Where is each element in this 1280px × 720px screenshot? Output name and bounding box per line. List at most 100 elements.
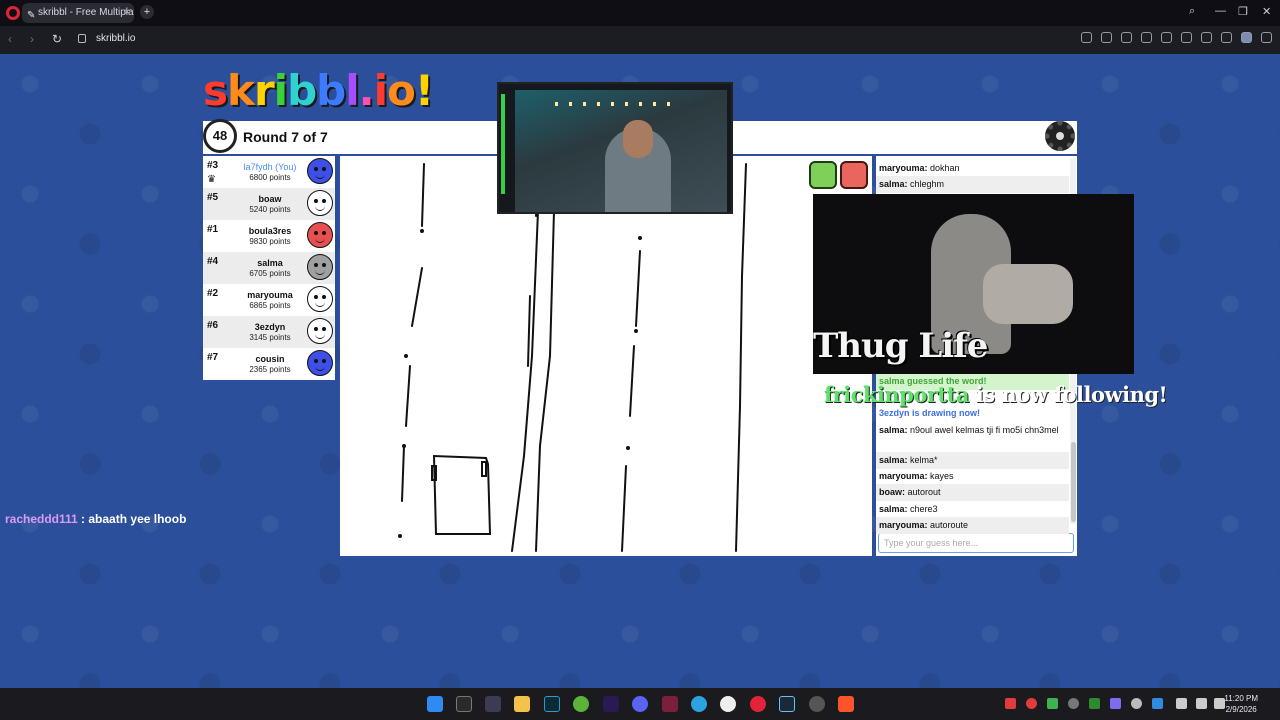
player-rank: #2 bbox=[207, 288, 219, 299]
maximize-icon[interactable]: ❐ bbox=[1238, 5, 1248, 18]
menu-icon[interactable] bbox=[1221, 32, 1232, 43]
new-tab-button[interactable]: + bbox=[140, 5, 154, 19]
thumbs-up-icon[interactable] bbox=[809, 161, 837, 189]
extensions-icon[interactable] bbox=[1261, 32, 1272, 43]
tracker-icon[interactable] bbox=[1141, 32, 1152, 43]
road-line-3 bbox=[621, 250, 641, 552]
logo-letter: i bbox=[373, 66, 388, 115]
volume-icon[interactable] bbox=[1214, 698, 1225, 709]
lock-icon bbox=[78, 34, 86, 43]
tray-icon[interactable] bbox=[1131, 698, 1142, 709]
string-lights bbox=[555, 102, 675, 106]
url-field[interactable]: skribbl.io bbox=[96, 33, 135, 44]
player-rank: #3 bbox=[207, 160, 219, 171]
obs-icon[interactable] bbox=[720, 696, 736, 712]
play-icon[interactable] bbox=[1161, 32, 1172, 43]
player-name: cousin bbox=[255, 354, 285, 364]
thumbs-down-icon[interactable] bbox=[840, 161, 868, 189]
app-icon[interactable] bbox=[485, 696, 501, 712]
tray-icon[interactable] bbox=[1110, 698, 1121, 709]
start-icon[interactable] bbox=[427, 696, 443, 712]
road-line-4 bbox=[735, 163, 747, 552]
tray-icon[interactable] bbox=[1026, 698, 1037, 709]
lightroom-icon[interactable] bbox=[544, 696, 560, 712]
tray-icon[interactable] bbox=[1152, 698, 1163, 709]
epic-games-icon[interactable] bbox=[456, 696, 472, 712]
opera-icon[interactable] bbox=[6, 6, 20, 20]
browser-tab[interactable]: ✎ skribbl - Free Multiplayer × bbox=[22, 3, 134, 23]
player-row[interactable]: #3 la7fydh (You) 6800 points ♛ bbox=[203, 156, 335, 188]
streamer-head bbox=[623, 120, 653, 158]
webcam-side-bar bbox=[501, 94, 505, 194]
player-avatar bbox=[307, 158, 333, 184]
premiere-icon[interactable] bbox=[603, 696, 619, 712]
opera-taskbar-icon[interactable] bbox=[750, 696, 766, 712]
chat-scroll-thumb[interactable] bbox=[1071, 442, 1076, 522]
edit-icon[interactable] bbox=[1081, 32, 1092, 43]
player-row[interactable]: #6 3ezdyn 3145 points bbox=[203, 316, 335, 348]
player-rank: #7 bbox=[207, 352, 219, 363]
chat-message: salma: chere3 bbox=[876, 501, 1069, 518]
tab-close-icon[interactable]: × bbox=[124, 3, 130, 23]
chat-message: maryouma: dokhan bbox=[876, 160, 1069, 177]
minimize-icon[interactable]: — bbox=[1215, 5, 1226, 17]
tray-icon[interactable] bbox=[1068, 698, 1079, 709]
tray-nvidia-icon[interactable] bbox=[1089, 698, 1100, 709]
player-name: salma bbox=[257, 258, 283, 268]
guess-input[interactable]: Type your guess here... bbox=[878, 533, 1074, 553]
settings-gear-icon[interactable] bbox=[1045, 121, 1075, 151]
road-line-1 bbox=[401, 163, 425, 502]
player-row[interactable]: #5 boaw 5240 points bbox=[203, 188, 335, 220]
download-icon[interactable] bbox=[1201, 32, 1212, 43]
back-icon[interactable]: ‹ bbox=[8, 32, 12, 46]
steam-icon[interactable] bbox=[779, 696, 795, 712]
clock-date: 2/9/2026 bbox=[1225, 705, 1257, 714]
player-rank: #4 bbox=[207, 256, 219, 267]
player-points: 6705 points bbox=[249, 269, 291, 278]
file-explorer-icon[interactable] bbox=[514, 696, 530, 712]
chat-text: n9oul awel kelmas tji fi mo5i chn3mel bbox=[907, 425, 1059, 435]
forward-icon[interactable]: › bbox=[30, 32, 34, 46]
player-row[interactable]: #4 salma 6705 points bbox=[203, 252, 335, 284]
search-icon[interactable]: ⌕ bbox=[1189, 5, 1195, 18]
road-line-5 bbox=[511, 210, 555, 552]
telegram-icon[interactable] bbox=[691, 696, 707, 712]
chat-user: boaw: bbox=[879, 487, 905, 497]
chat-message: salma: kelma* bbox=[876, 452, 1069, 469]
players-list: #3 la7fydh (You) 6800 points ♛ #5 boaw 5240 po… bbox=[203, 156, 335, 380]
brave-icon[interactable] bbox=[838, 696, 854, 712]
player-row[interactable]: #7 cousin 2365 points bbox=[203, 348, 335, 380]
webcam-overlay bbox=[497, 82, 733, 214]
player-row[interactable]: #2 maryouma 6865 points bbox=[203, 284, 335, 316]
player-points: 5240 points bbox=[249, 205, 291, 214]
crown-icon: ♛ bbox=[207, 174, 216, 185]
chat-text: kelma* bbox=[907, 455, 938, 465]
camera-icon[interactable] bbox=[1101, 32, 1112, 43]
windows-taskbar: 11:20 PM 2/9/2026 bbox=[0, 688, 1280, 720]
player-points: 6800 points bbox=[249, 173, 291, 182]
player-row[interactable]: #1 boula3res 9830 points bbox=[203, 220, 335, 252]
settings-app-icon[interactable] bbox=[809, 696, 825, 712]
dot bbox=[638, 236, 642, 240]
taskbar-clock[interactable]: 11:20 PM 2/9/2026 bbox=[1224, 693, 1258, 715]
chat-text: autorout bbox=[905, 487, 941, 497]
wifi-icon[interactable] bbox=[1196, 698, 1207, 709]
player-avatar bbox=[307, 190, 333, 216]
dot bbox=[398, 534, 402, 538]
tray-icon[interactable] bbox=[1047, 698, 1058, 709]
discord-icon[interactable] bbox=[632, 696, 648, 712]
dot bbox=[626, 446, 630, 450]
valorant-icon[interactable] bbox=[662, 696, 678, 712]
tray-record-icon[interactable] bbox=[1005, 698, 1016, 709]
xbox-icon[interactable] bbox=[573, 696, 589, 712]
close-window-icon[interactable]: ✕ bbox=[1262, 5, 1271, 18]
drawing-canvas[interactable] bbox=[340, 156, 872, 556]
logo-letter: s bbox=[203, 66, 228, 115]
profile-avatar-icon[interactable] bbox=[1241, 32, 1252, 43]
heart-icon[interactable] bbox=[1181, 32, 1192, 43]
shield-icon[interactable] bbox=[1121, 32, 1132, 43]
thug-bag bbox=[983, 264, 1073, 324]
chat-text: 3ezdyn is drawing now! bbox=[879, 408, 981, 418]
microphone-icon[interactable] bbox=[1176, 698, 1187, 709]
reload-icon[interactable]: ↻ bbox=[52, 32, 62, 46]
